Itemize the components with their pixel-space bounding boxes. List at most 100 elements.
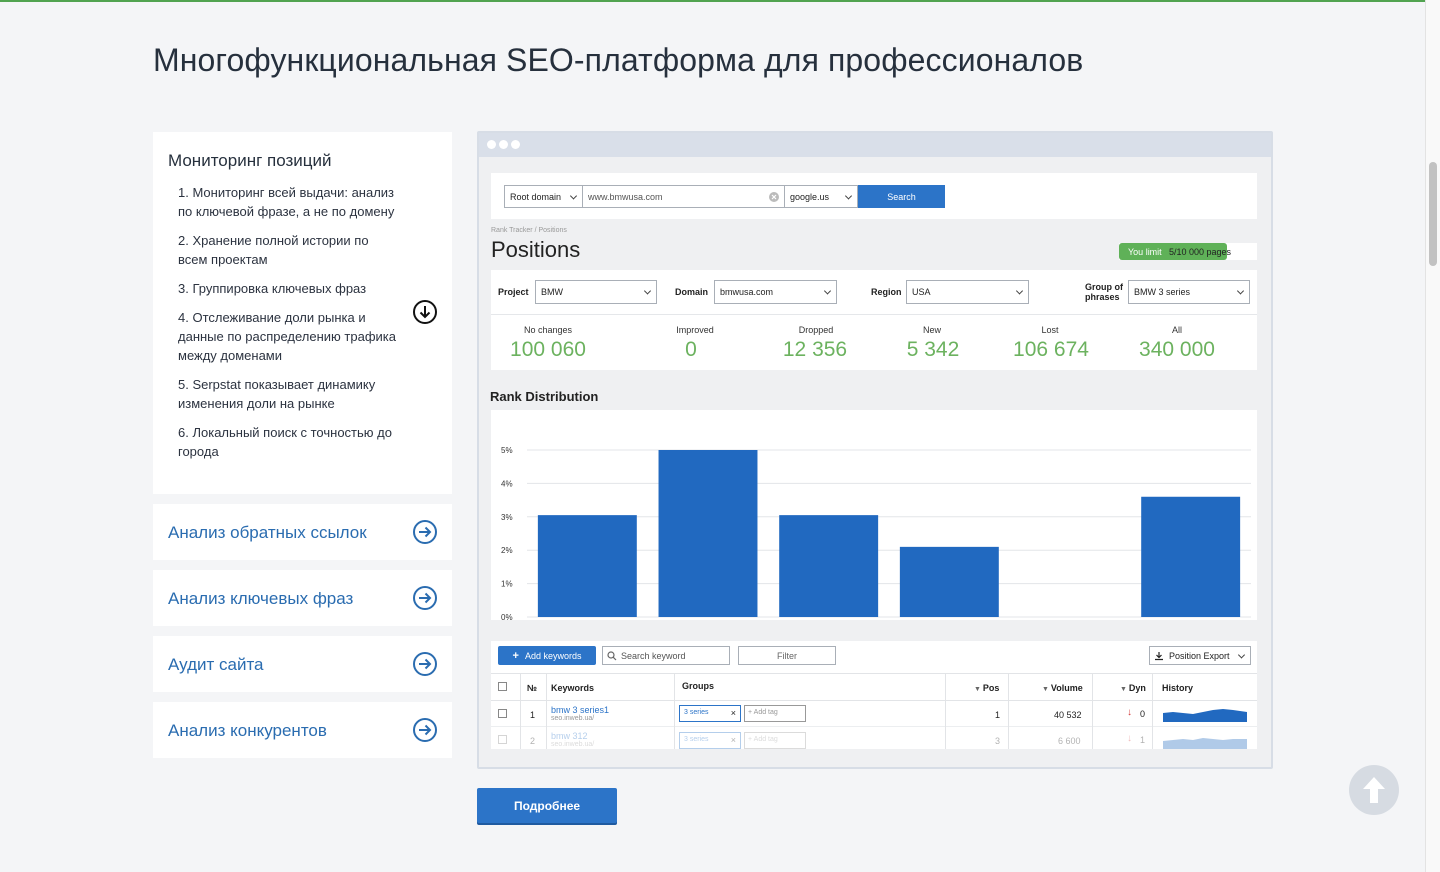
accordion-item-rank-tracking[interactable]: Мониторинг позиций 1. Мониторинг всей вы… (153, 132, 452, 494)
tag-label: 3 series (684, 736, 709, 743)
search-button[interactable]: Search (858, 185, 945, 208)
limit-box: You limit 5/10 000 pages (1119, 243, 1257, 260)
y-tick-label: 4% (501, 479, 513, 488)
accordion-label: Анализ конкурентов (168, 721, 327, 740)
divider (491, 726, 1257, 727)
window-titlebar (479, 133, 1271, 157)
accordion-item-keywords[interactable]: Анализ ключевых фраз (153, 570, 452, 626)
keyword-link[interactable]: bmw 312 (551, 731, 588, 741)
group-select[interactable]: BMW 3 series (1128, 280, 1250, 304)
accordion-label: Анализ ключевых фраз (168, 589, 354, 608)
add-tag-input[interactable]: + Add tag (744, 705, 806, 722)
arrow-down-icon: ↓ (1127, 733, 1132, 744)
remove-tag-icon[interactable]: × (731, 735, 736, 745)
add-tag-input[interactable]: + Add tag (744, 732, 806, 749)
app-window-preview: Root domain www.bmwusa.com google.us Sea… (477, 131, 1273, 769)
window-dot-icon (487, 140, 496, 149)
divider (491, 700, 1257, 701)
select-value: USA (912, 287, 931, 297)
position-export-button[interactable]: Position Export (1149, 646, 1251, 665)
page-title: Многофункциональная SEO-платформа для пр… (153, 42, 1084, 78)
clear-icon[interactable] (769, 192, 779, 202)
breadcrumb[interactable]: Rank Tracker / Positions (491, 227, 567, 234)
arrow-down-circle-icon[interactable] (412, 299, 438, 325)
filter-button[interactable]: Filter (738, 646, 836, 665)
add-keywords-button[interactable]: + Add keywords (498, 646, 596, 665)
row-checkbox[interactable] (498, 709, 507, 718)
input-placeholder: Search keyword (621, 650, 686, 661)
region-label: Region (871, 287, 902, 297)
scrollbar-thumb[interactable] (1429, 162, 1437, 266)
chevron-down-icon (823, 287, 832, 295)
arrow-right-circle-icon[interactable] (412, 717, 438, 743)
select-value: Root domain (510, 191, 562, 202)
scrollbar-track[interactable] (1425, 0, 1440, 872)
row-checkbox[interactable] (498, 735, 507, 744)
domain-select[interactable]: bmwusa.com (714, 280, 837, 304)
column-divider (1008, 673, 1009, 749)
arrow-right-circle-icon[interactable] (412, 651, 438, 677)
accordion-label: Аудит сайта (168, 655, 264, 674)
search-mode-select[interactable]: Root domain (504, 185, 583, 208)
chart-bar[interactable] (537, 515, 637, 617)
search-panel: Root domain www.bmwusa.com google.us Sea… (491, 173, 1257, 219)
more-details-button[interactable]: Подробнее (477, 788, 617, 823)
chart-bar[interactable] (899, 546, 999, 617)
chart-bar[interactable] (658, 450, 758, 617)
arrow-up-icon (1363, 777, 1385, 803)
select-value: BMW 3 series (1134, 287, 1191, 297)
window-dot-icon (499, 140, 508, 149)
chevron-down-icon (643, 287, 652, 295)
list-item: 5. Serpstat показывает динамику изменени… (178, 377, 376, 411)
select-all-checkbox[interactable] (498, 682, 507, 691)
project-label: Project (498, 287, 529, 297)
label-line: phrases (1085, 292, 1120, 302)
divider (491, 673, 1257, 674)
search-keyword-input[interactable]: Search keyword (602, 646, 730, 665)
chevron-down-icon (569, 191, 578, 200)
arrow-right-circle-icon[interactable] (412, 585, 438, 611)
list-item: 1. Мониторинг всей выдачи: анализ по клю… (178, 185, 395, 219)
list-item: 2. Хранение полной истории по всем проек… (178, 233, 369, 267)
accordion-item-backlinks[interactable]: Анализ обратных ссылок (153, 504, 452, 560)
column-header-history: History (1162, 683, 1194, 693)
history-sparkline (1163, 709, 1247, 722)
group-tag[interactable]: 3 series × (679, 732, 741, 749)
column-header-keywords[interactable]: Keywords (551, 683, 594, 693)
header-label: Volume (1050, 683, 1083, 693)
group-label: Group of phrases (1085, 282, 1123, 302)
button-label: Position Export (1169, 650, 1230, 661)
arrow-down-icon: ↓ (1127, 707, 1132, 718)
row-num: 2 (530, 736, 536, 746)
accordion-item-site-audit[interactable]: Аудит сайта (153, 636, 452, 692)
chart-bar[interactable] (779, 515, 879, 617)
list-item: 4. Отслеживание доли рынка и данные по р… (178, 310, 396, 363)
stat-label-no-changes: No changes (523, 325, 573, 335)
window-dot-icon (511, 140, 520, 149)
group-tag[interactable]: 3 series × (679, 705, 741, 722)
column-header-pos[interactable]: ▼ Pos (974, 683, 999, 693)
column-divider (520, 673, 521, 749)
header-label: Dyn (1128, 683, 1146, 693)
scroll-to-top-button[interactable] (1349, 765, 1399, 815)
column-header-dyn[interactable]: ▼ Dyn (1120, 683, 1146, 693)
top-accent-line (0, 0, 1425, 2)
chart-bar[interactable] (1141, 496, 1241, 617)
arrow-right-circle-icon[interactable] (412, 519, 438, 545)
y-tick-label: 2% (501, 546, 513, 555)
row-num: 1 (530, 710, 536, 720)
remove-tag-icon[interactable]: × (731, 708, 736, 718)
column-divider (945, 673, 946, 749)
button-label: Add keywords (524, 650, 582, 661)
column-header-groups[interactable]: Groups (682, 681, 714, 691)
accordion-item-competitors[interactable]: Анализ конкурентов (153, 702, 452, 758)
keyword-link[interactable]: bmw 3 series1 (551, 705, 609, 715)
region-select[interactable]: USA (906, 280, 1029, 304)
search-engine-select[interactable]: google.us (784, 185, 858, 208)
column-header-volume[interactable]: ▼ Volume (1042, 683, 1083, 693)
column-header-num: № (527, 683, 538, 693)
project-select[interactable]: BMW (535, 280, 657, 304)
input-placeholder: Add tag (753, 736, 778, 743)
domain-search-input[interactable]: www.bmwusa.com (582, 185, 785, 208)
divider (491, 314, 1257, 315)
